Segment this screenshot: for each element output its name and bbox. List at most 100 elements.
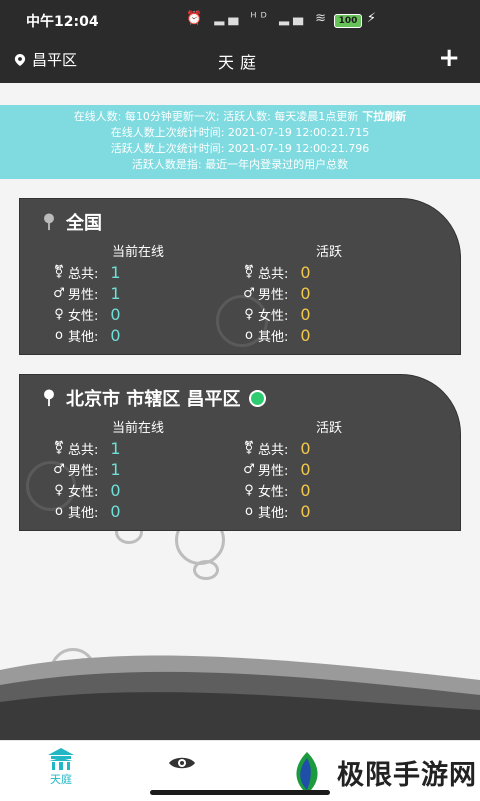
tab-view[interactable] — [168, 755, 196, 775]
online-total-value: 1 — [110, 439, 121, 458]
online-male-label: 男性: — [68, 288, 99, 303]
active-other-label: 其他: — [258, 330, 289, 345]
online-other-row: o 其他: 0 — [52, 502, 121, 521]
male-icon: ♂ — [53, 286, 65, 301]
active-total-value: 0 — [300, 263, 311, 282]
online-total-value: 1 — [110, 263, 121, 282]
online-female-row: ♀ 女性: 0 — [52, 305, 121, 324]
active-female-value: 0 — [300, 305, 311, 324]
column-online-title: 当前在线 — [112, 421, 165, 436]
gender-total-icon: ⚧ — [53, 265, 65, 280]
active-total-label: 总共: — [258, 443, 289, 458]
watermark-text: 极限手游网 — [337, 760, 477, 791]
online-total-label: 总共: — [68, 267, 99, 282]
active-female-row: ♀ 女性: 0 — [242, 305, 311, 324]
male-icon: ♂ — [243, 286, 255, 301]
notice-line-1: 在线人数: 每10分钟更新一次; 活跃人数: 每天凌晨1点更新 下拉刷新 — [0, 105, 480, 125]
notice-line-3: 活跃人数上次统计时间: 2021-07-19 12:00:21.796 — [110, 142, 370, 155]
online-other-label: 其他: — [68, 330, 99, 345]
online-male-label: 男性: — [68, 464, 99, 479]
decor-waves — [0, 655, 480, 750]
map-pin-icon — [44, 389, 54, 407]
female-icon: ♀ — [54, 307, 64, 322]
active-total-value: 0 — [300, 439, 311, 458]
tab-home[interactable]: 天庭 — [38, 747, 84, 787]
other-gender-icon: o — [245, 504, 253, 519]
online-status-dot — [248, 389, 266, 407]
tab-home-label: 天庭 — [50, 773, 72, 786]
online-male-row: ♂ 男性: 1 — [52, 460, 121, 479]
online-female-row: ♀ 女性: 0 — [52, 481, 121, 500]
online-other-row: o 其他: 0 — [52, 326, 121, 345]
online-total-row: ⚧ 总共: 1 — [52, 439, 121, 458]
active-other-value: 0 — [300, 502, 311, 521]
online-male-row: ♂ 男性: 1 — [52, 284, 121, 303]
status-time: 中午12:04 — [26, 14, 99, 30]
notice-line-2: 在线人数上次统计时间: 2021-07-19 12:00:21.715 — [110, 126, 370, 139]
home-indicator[interactable] — [150, 790, 330, 795]
male-icon: ♂ — [53, 462, 65, 477]
pull-refresh-hint: 下拉刷新 — [362, 110, 407, 123]
brand-logo-icon — [296, 751, 318, 794]
online-total-row: ⚧ 总共: 1 — [52, 263, 121, 282]
online-other-value: 0 — [110, 502, 121, 521]
female-icon: ♀ — [54, 483, 64, 498]
female-icon: ♀ — [244, 483, 254, 498]
decor-bubble — [193, 560, 219, 580]
online-other-value: 0 — [110, 326, 121, 345]
active-female-row: ♀ 女性: 0 — [242, 481, 310, 500]
stats-card-local: 北京市 市辖区 昌平区 当前在线 活跃 ⚧ 总共: 1 ♂ 男性: 1 ♀ 女性… — [19, 374, 461, 531]
online-female-value: 0 — [110, 481, 121, 500]
other-gender-icon: o — [245, 328, 253, 343]
gender-total-icon: ⚧ — [53, 441, 65, 456]
column-online-title: 当前在线 — [112, 245, 165, 260]
stats-card-national: 全国 当前在线 活跃 ⚧ 总共: 1 ♂ 男性: 1 ♀ 女性: 0 o 其他:… — [19, 198, 461, 355]
active-male-label: 男性: — [258, 288, 289, 303]
female-icon: ♀ — [244, 307, 254, 322]
active-male-value: 0 — [300, 284, 311, 303]
online-male-value: 1 — [110, 284, 121, 303]
online-female-value: 0 — [110, 305, 121, 324]
add-button[interactable]: + — [438, 43, 460, 73]
stats-notice: 在线人数: 每10分钟更新一次; 活跃人数: 每天凌晨1点更新 下拉刷新 在线人数… — [0, 105, 480, 179]
eye-icon — [169, 757, 195, 769]
other-gender-icon: o — [55, 504, 63, 519]
column-active-title: 活跃 — [316, 245, 343, 260]
gender-total-icon: ⚧ — [243, 265, 255, 280]
active-total-row: ⚧ 总共: 0 — [242, 439, 311, 458]
pavilion-icon — [48, 748, 74, 770]
battery-icon: 100 — [334, 14, 362, 28]
online-female-label: 女性: — [68, 485, 99, 500]
active-female-label: 女性: — [258, 485, 289, 500]
active-male-value: 0 — [300, 460, 311, 479]
other-gender-icon: o — [55, 328, 63, 343]
active-total-row: ⚧ 总共: 0 — [242, 263, 311, 282]
active-other-label: 其他: — [258, 506, 289, 521]
online-male-value: 1 — [110, 460, 121, 479]
active-male-row: ♂ 男性: 0 — [242, 284, 311, 303]
online-female-label: 女性: — [68, 309, 99, 324]
male-icon: ♂ — [243, 462, 255, 477]
active-female-label: 女性: — [258, 309, 289, 324]
online-total-label: 总共: — [68, 443, 99, 458]
status-bar: 中午12:04 100 ⚡ ⏰ ▂▄ ᴴᴰ ▂▄ ≋ — [0, 0, 480, 40]
gender-total-icon: ⚧ — [243, 441, 255, 456]
active-other-row: o 其他: 0 — [242, 326, 311, 345]
column-active-title: 活跃 — [316, 421, 343, 436]
charging-icon: ⚡ — [366, 11, 376, 26]
active-male-row: ♂ 男性: 0 — [242, 460, 311, 479]
notice-line-4: 活跃人数是指: 最近一年内登录过的用户总数 — [131, 158, 349, 171]
app-bar: 昌平区 天庭 + — [0, 40, 480, 83]
notice-update-text: 在线人数: 每10分钟更新一次; 活跃人数: 每天凌晨1点更新 — [73, 110, 359, 123]
page-title: 天庭 — [217, 53, 262, 72]
card-title: 北京市 市辖区 昌平区 — [66, 389, 241, 410]
card-header: 全国 — [42, 209, 102, 235]
card-title: 全国 — [66, 213, 102, 234]
online-other-label: 其他: — [68, 506, 99, 521]
status-indicators: ⏰ ▂▄ ᴴᴰ ▂▄ ≋ — [185, 11, 330, 26]
map-pin-icon — [44, 213, 54, 231]
active-male-label: 男性: — [258, 464, 289, 479]
card-header: 北京市 市辖区 昌平区 — [42, 385, 266, 411]
active-other-row: o 其他: 0 — [242, 502, 311, 521]
active-other-value: 0 — [300, 326, 311, 345]
